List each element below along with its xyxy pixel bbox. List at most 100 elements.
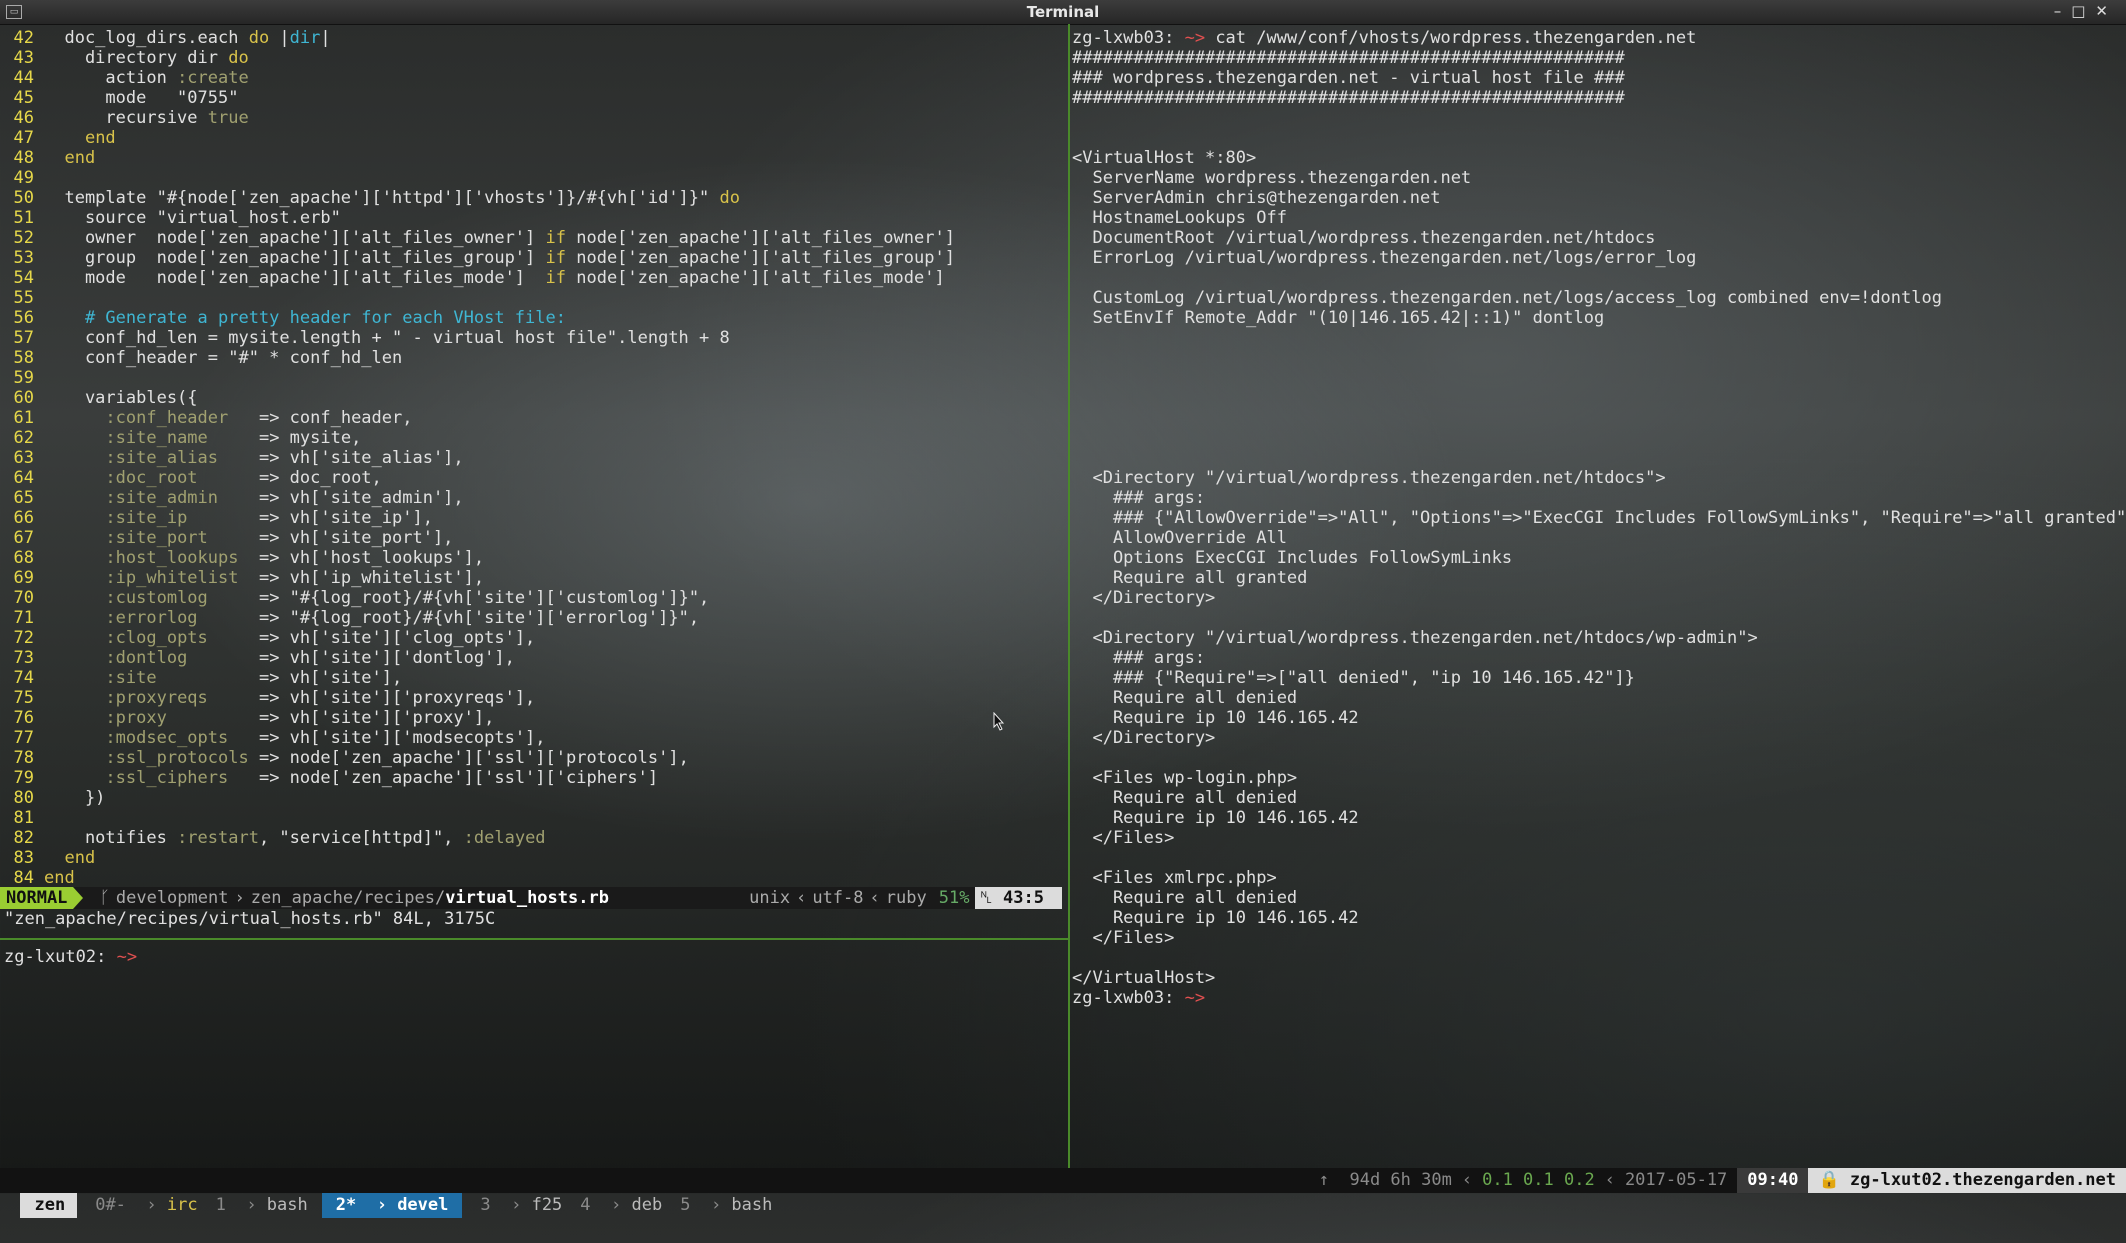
code-text: }) (44, 788, 106, 808)
line-number: 75 (13, 688, 34, 708)
code-text: :site_port (105, 528, 208, 548)
output-text: DocumentRoot /virtual/wordpress.thezenga… (1072, 228, 1656, 248)
code-text: :dontlog (105, 648, 188, 668)
output-line: CustomLog /virtual/wordpress.thezengarde… (1072, 288, 2122, 308)
code-text: end (84, 128, 116, 148)
line-number: 79 (13, 768, 34, 788)
tmux-window[interactable]: 3 › f25 (462, 1193, 562, 1218)
close-icon[interactable]: ✕ (2095, 2, 2118, 20)
code-line: 57 conf_hd_len = mysite.length + " - vir… (0, 328, 1068, 348)
cursor-position: 43:5 (997, 887, 1062, 909)
maximize-icon[interactable]: □ (2071, 2, 2095, 20)
line-number: 49 (13, 168, 34, 188)
code-line: 42 doc_log_dirs.each do |dir| (0, 28, 1068, 48)
tmux-session-name[interactable]: zen (20, 1193, 78, 1218)
code-line: 81 (0, 808, 1068, 828)
minimize-icon[interactable]: – (2054, 2, 2072, 20)
output-text: </Files> (1072, 928, 1175, 948)
code-text: # Generate a pretty header for each VHos… (44, 308, 566, 328)
line-number: 77 (13, 728, 34, 748)
code-line: 72 :clog_opts => vh['site']['clog_opts']… (0, 628, 1068, 648)
tmux-window[interactable]: 0#- › irc (77, 1193, 197, 1218)
output-line: ErrorLog /virtual/wordpress.thezengarden… (1072, 248, 2122, 268)
output-text: HostnameLookups Off (1072, 208, 1287, 228)
line-number: 82 (13, 828, 34, 848)
code-text: :delayed (463, 828, 546, 848)
output-text: <Files xmlrpc.php> (1072, 868, 1277, 888)
code-text: :clog_opts (105, 628, 208, 648)
code-text: => vh['site_alias'], (218, 448, 464, 468)
output-line: Require all granted (1072, 568, 2122, 588)
code-text: template "#{node['zen_apache']['httpd'][… (44, 188, 720, 208)
output-text: ### {"Require"=>["all denied", "ip 10 14… (1072, 668, 1635, 688)
line-number: 52 (13, 228, 34, 248)
output-text: </Files> (1072, 828, 1175, 848)
code-text: :errorlog (105, 608, 198, 628)
code-text: :doc_root (105, 468, 198, 488)
code-line: 79 :ssl_ciphers => node['zen_apache']['s… (0, 768, 1068, 788)
output-text: </Directory> (1072, 728, 1216, 748)
window-title: Terminal (1026, 3, 1100, 21)
output-text: Require ip 10 146.165.42 (1072, 908, 1359, 928)
code-text: => mysite, (207, 428, 362, 448)
output-line: ### wordpress.thezengarden.net - virtual… (1072, 68, 2122, 88)
pane-divider-vertical[interactable] (1068, 24, 1070, 1170)
code-line: 52 owner node['zen_apache']['alt_files_o… (0, 228, 1068, 248)
code-text: :ssl_protocols (105, 748, 249, 768)
code-text: conf_hd_len = mysite.length + " - virtua… (44, 328, 730, 348)
code-text: end (64, 848, 96, 868)
code-text: source "virtual_host.erb" (44, 208, 341, 228)
output-text: Require ip 10 146.165.42 (1072, 808, 1359, 828)
shell-output-pane[interactable]: zg-lxwb03: ~> cat /www/conf/vhosts/wordp… (1072, 28, 2126, 1008)
line-number: 54 (13, 268, 34, 288)
tmux-window[interactable]: 5 › bash (662, 1193, 772, 1218)
line-number: 76 (13, 708, 34, 728)
line-number: 64 (13, 468, 34, 488)
code-line: 84 end (0, 868, 1068, 888)
output-line: ### args: (1072, 488, 2122, 508)
shell-prompt-bottom-left[interactable]: zg-lxut02: ~> (4, 947, 137, 967)
code-line: 71 :errorlog => "#{log_root}/#{vh['site'… (0, 608, 1068, 628)
file-encoding: utf-8 (812, 888, 864, 908)
vim-editor-pane[interactable]: 42 doc_log_dirs.each do |dir| 43 director… (0, 28, 1068, 888)
code-text: :restart (177, 828, 259, 848)
code-line: 55 (0, 288, 1068, 308)
code-text: doc_log_dirs.each (44, 28, 249, 48)
output-text: ########################################… (1072, 88, 1625, 108)
file-name: virtual_hosts.rb (445, 888, 609, 908)
code-line: 70 :customlog => "#{log_root}/#{vh['site… (0, 588, 1068, 608)
code-text: :conf_header (105, 408, 229, 428)
file-format: unix (749, 888, 791, 908)
output-line: zg-lxwb03: ~> (1072, 988, 2122, 1008)
code-text: => vh['site_port'], (207, 528, 454, 548)
prompt-symbol: ~> (106, 947, 138, 967)
code-line: 82 notifies :restart, "service[httpd]", … (0, 828, 1068, 848)
tmux-window-active[interactable]: 2* › devel (321, 1193, 463, 1218)
tmux-status-right: ↑ 94d 6h 30m ‹ 0.1 0.1 0.2 ‹ 2017-05-17 09:40… (1309, 1168, 2126, 1193)
output-text: <Directory "/virtual/wordpress.thezengar… (1072, 468, 1666, 488)
code-text: => vh['site']['proxyreqs'], (207, 688, 536, 708)
tmux-window[interactable]: 4 › deb (562, 1193, 662, 1218)
code-text: end (64, 148, 96, 168)
code-line: 58 conf_header = "#" * conf_hd_len (0, 348, 1068, 368)
code-text: => doc_root, (197, 468, 382, 488)
line-number: 42 (13, 28, 34, 48)
line-number: 48 (13, 148, 34, 168)
output-text: Require all denied (1072, 888, 1298, 908)
pane-divider-horizontal[interactable] (0, 938, 1068, 940)
output-text: zg-lxwb03: (1072, 988, 1175, 1008)
code-line: 78 :ssl_protocols => node['zen_apache'][… (0, 748, 1068, 768)
line-number: 61 (13, 408, 34, 428)
tmux-window[interactable]: 1 › bash (198, 1193, 308, 1218)
